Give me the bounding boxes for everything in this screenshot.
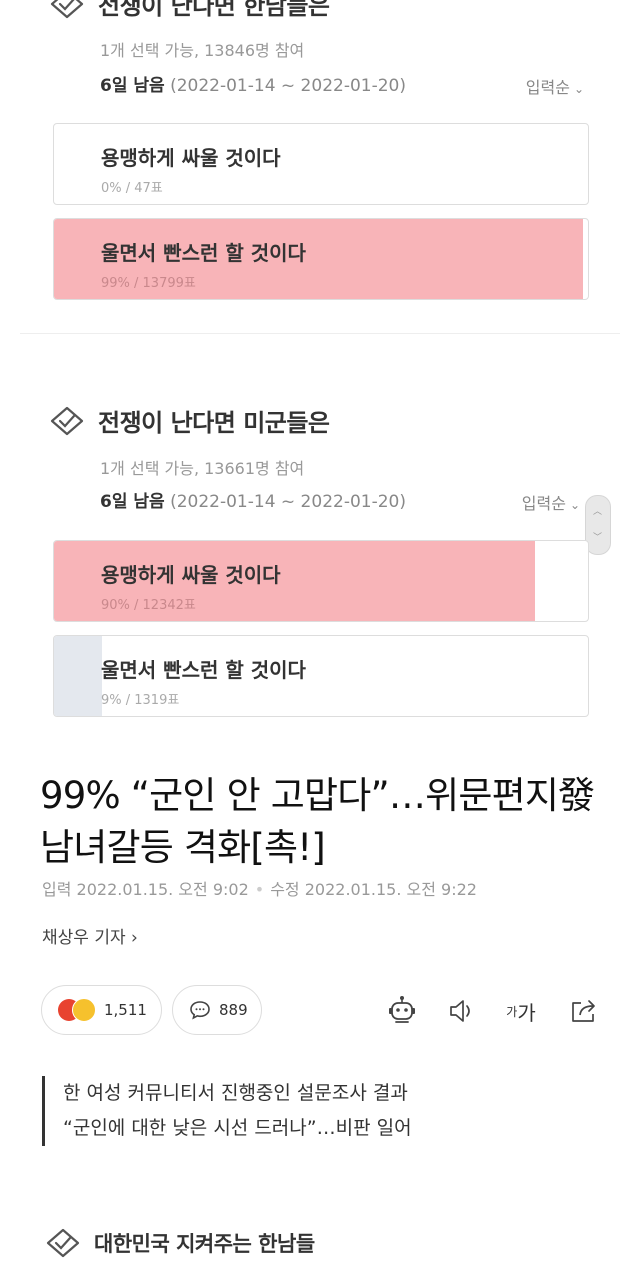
poll-option-stat: 99% / 13799표 (101, 276, 196, 291)
comment-count: 889 (219, 1001, 248, 1019)
divider (20, 333, 620, 334)
poll-option[interactable]: 울면서 빤스런 할 것이다 9% / 1319표 (53, 635, 589, 717)
poll-meta: 1개 선택 가능, 13661명 참여 (100, 459, 305, 478)
poll-meta: 1개 선택 가능, 13846명 참여 (100, 41, 305, 60)
comment-icon (190, 1001, 210, 1020)
poll-3-title-row: 대한민국 지켜주는 한남들 (46, 1228, 315, 1258)
input-date: 입력 2022.01.15. 오전 9:02 (42, 880, 249, 899)
article-dates: 입력 2022.01.15. 오전 9:02 • 수정 2022.01.15. 오전… (42, 880, 477, 899)
sort-label: 입력순 (525, 78, 570, 97)
poll-remaining: 6일 남음 (2022-01-14 ~ 2022-01-20) (100, 487, 406, 512)
edit-date: 수정 2022.01.15. 오전 9:22 (270, 880, 477, 899)
poll-option-bar (54, 636, 103, 716)
headline-line-1: 99% “군인 안 고맙다”…위문편지發 (40, 774, 595, 817)
robot-icon (389, 996, 415, 1023)
poll-option-label: 용맹하게 싸울 것이다 (101, 146, 281, 170)
chevron-down-icon: ⌄ (569, 498, 580, 512)
article-headline: 99% “군인 안 고맙다”…위문편지發 남녀갈등 격화[촉!] (40, 770, 610, 874)
poll-option[interactable]: 용맹하게 싸울 것이다 90% / 12342표 (53, 540, 589, 622)
listen-button[interactable] (445, 995, 479, 1027)
font-size-large-label: 가 (517, 1000, 536, 1025)
reaction-count: 1,511 (104, 1001, 147, 1019)
sort-dropdown[interactable]: 입력순 ⌄ (526, 74, 584, 98)
reaction-button[interactable]: 1,511 (41, 985, 162, 1035)
poll-title: 전쟁이 난다면 미군들은 (98, 409, 330, 437)
chevron-down-icon: ⌄ (573, 82, 584, 96)
poll-2-title-row: 전쟁이 난다면 미군들은 (50, 403, 330, 438)
smile-emoji-icon (72, 998, 96, 1022)
share-button[interactable] (567, 995, 601, 1027)
poll-option[interactable]: 울면서 빤스런 할 것이다 99% / 13799표 (53, 218, 589, 300)
comment-button[interactable]: 889 (172, 985, 262, 1035)
poll-remaining: 6일 남음 (2022-01-14 ~ 2022-01-20) (100, 71, 406, 96)
poll-remaining-days: 6일 남음 (100, 492, 165, 512)
sort-label: 입력순 (521, 494, 566, 513)
poll-option-label: 울면서 빤스런 할 것이다 (101, 658, 306, 682)
summary-bot-button[interactable] (385, 995, 419, 1027)
poll-option-stat: 9% / 1319표 (101, 693, 180, 708)
speaker-icon (450, 1000, 470, 1022)
poll-option-stat: 90% / 12342표 (101, 598, 196, 613)
font-size-button[interactable]: 가가 (504, 995, 538, 1027)
check-vote-icon (50, 406, 84, 435)
headline-line-2: 남녀갈등 격화[촉!] (40, 826, 326, 869)
poll-option-label: 울면서 빤스런 할 것이다 (101, 241, 306, 265)
share-icon (572, 1000, 595, 1022)
font-size-small-label: 가 (506, 1004, 518, 1019)
poll-period: (2022-01-14 ~ 2022-01-20) (170, 492, 406, 512)
reporter-link[interactable]: 채상우 기자 › (42, 923, 138, 948)
chevron-down-icon: ﹀ (593, 533, 603, 543)
poll-title: 대한민국 지켜주는 한남들 (94, 1232, 315, 1256)
check-vote-icon (46, 1228, 80, 1258)
poll-remaining-days: 6일 남음 (100, 76, 165, 96)
sort-dropdown[interactable]: 입력순 ⌄ (522, 490, 580, 514)
check-vote-icon (50, 0, 84, 18)
poll-option[interactable]: 용맹하게 싸울 것이다 0% / 47표 (53, 123, 589, 205)
poll-title: 전쟁이 난다면 한남들은 (98, 0, 330, 20)
poll-option-label: 용맹하게 싸울 것이다 (101, 563, 281, 587)
poll-1-title-row: 전쟁이 난다면 한남들은 (50, 0, 330, 21)
poll-option-stat: 0% / 47표 (101, 181, 163, 196)
article-summary: 한 여성 커뮤니티서 진행중인 설문조사 결과 “군인에 대한 낮은 시선 드러… (42, 1076, 412, 1146)
chevron-up-icon: ︿ (593, 507, 603, 517)
summary-line-2: “군인에 대한 낮은 시선 드러나”…비판 일어 (63, 1117, 412, 1139)
summary-line-1: 한 여성 커뮤니티서 진행중인 설문조사 결과 (63, 1082, 408, 1104)
poll-period: (2022-01-14 ~ 2022-01-20) (170, 76, 406, 96)
